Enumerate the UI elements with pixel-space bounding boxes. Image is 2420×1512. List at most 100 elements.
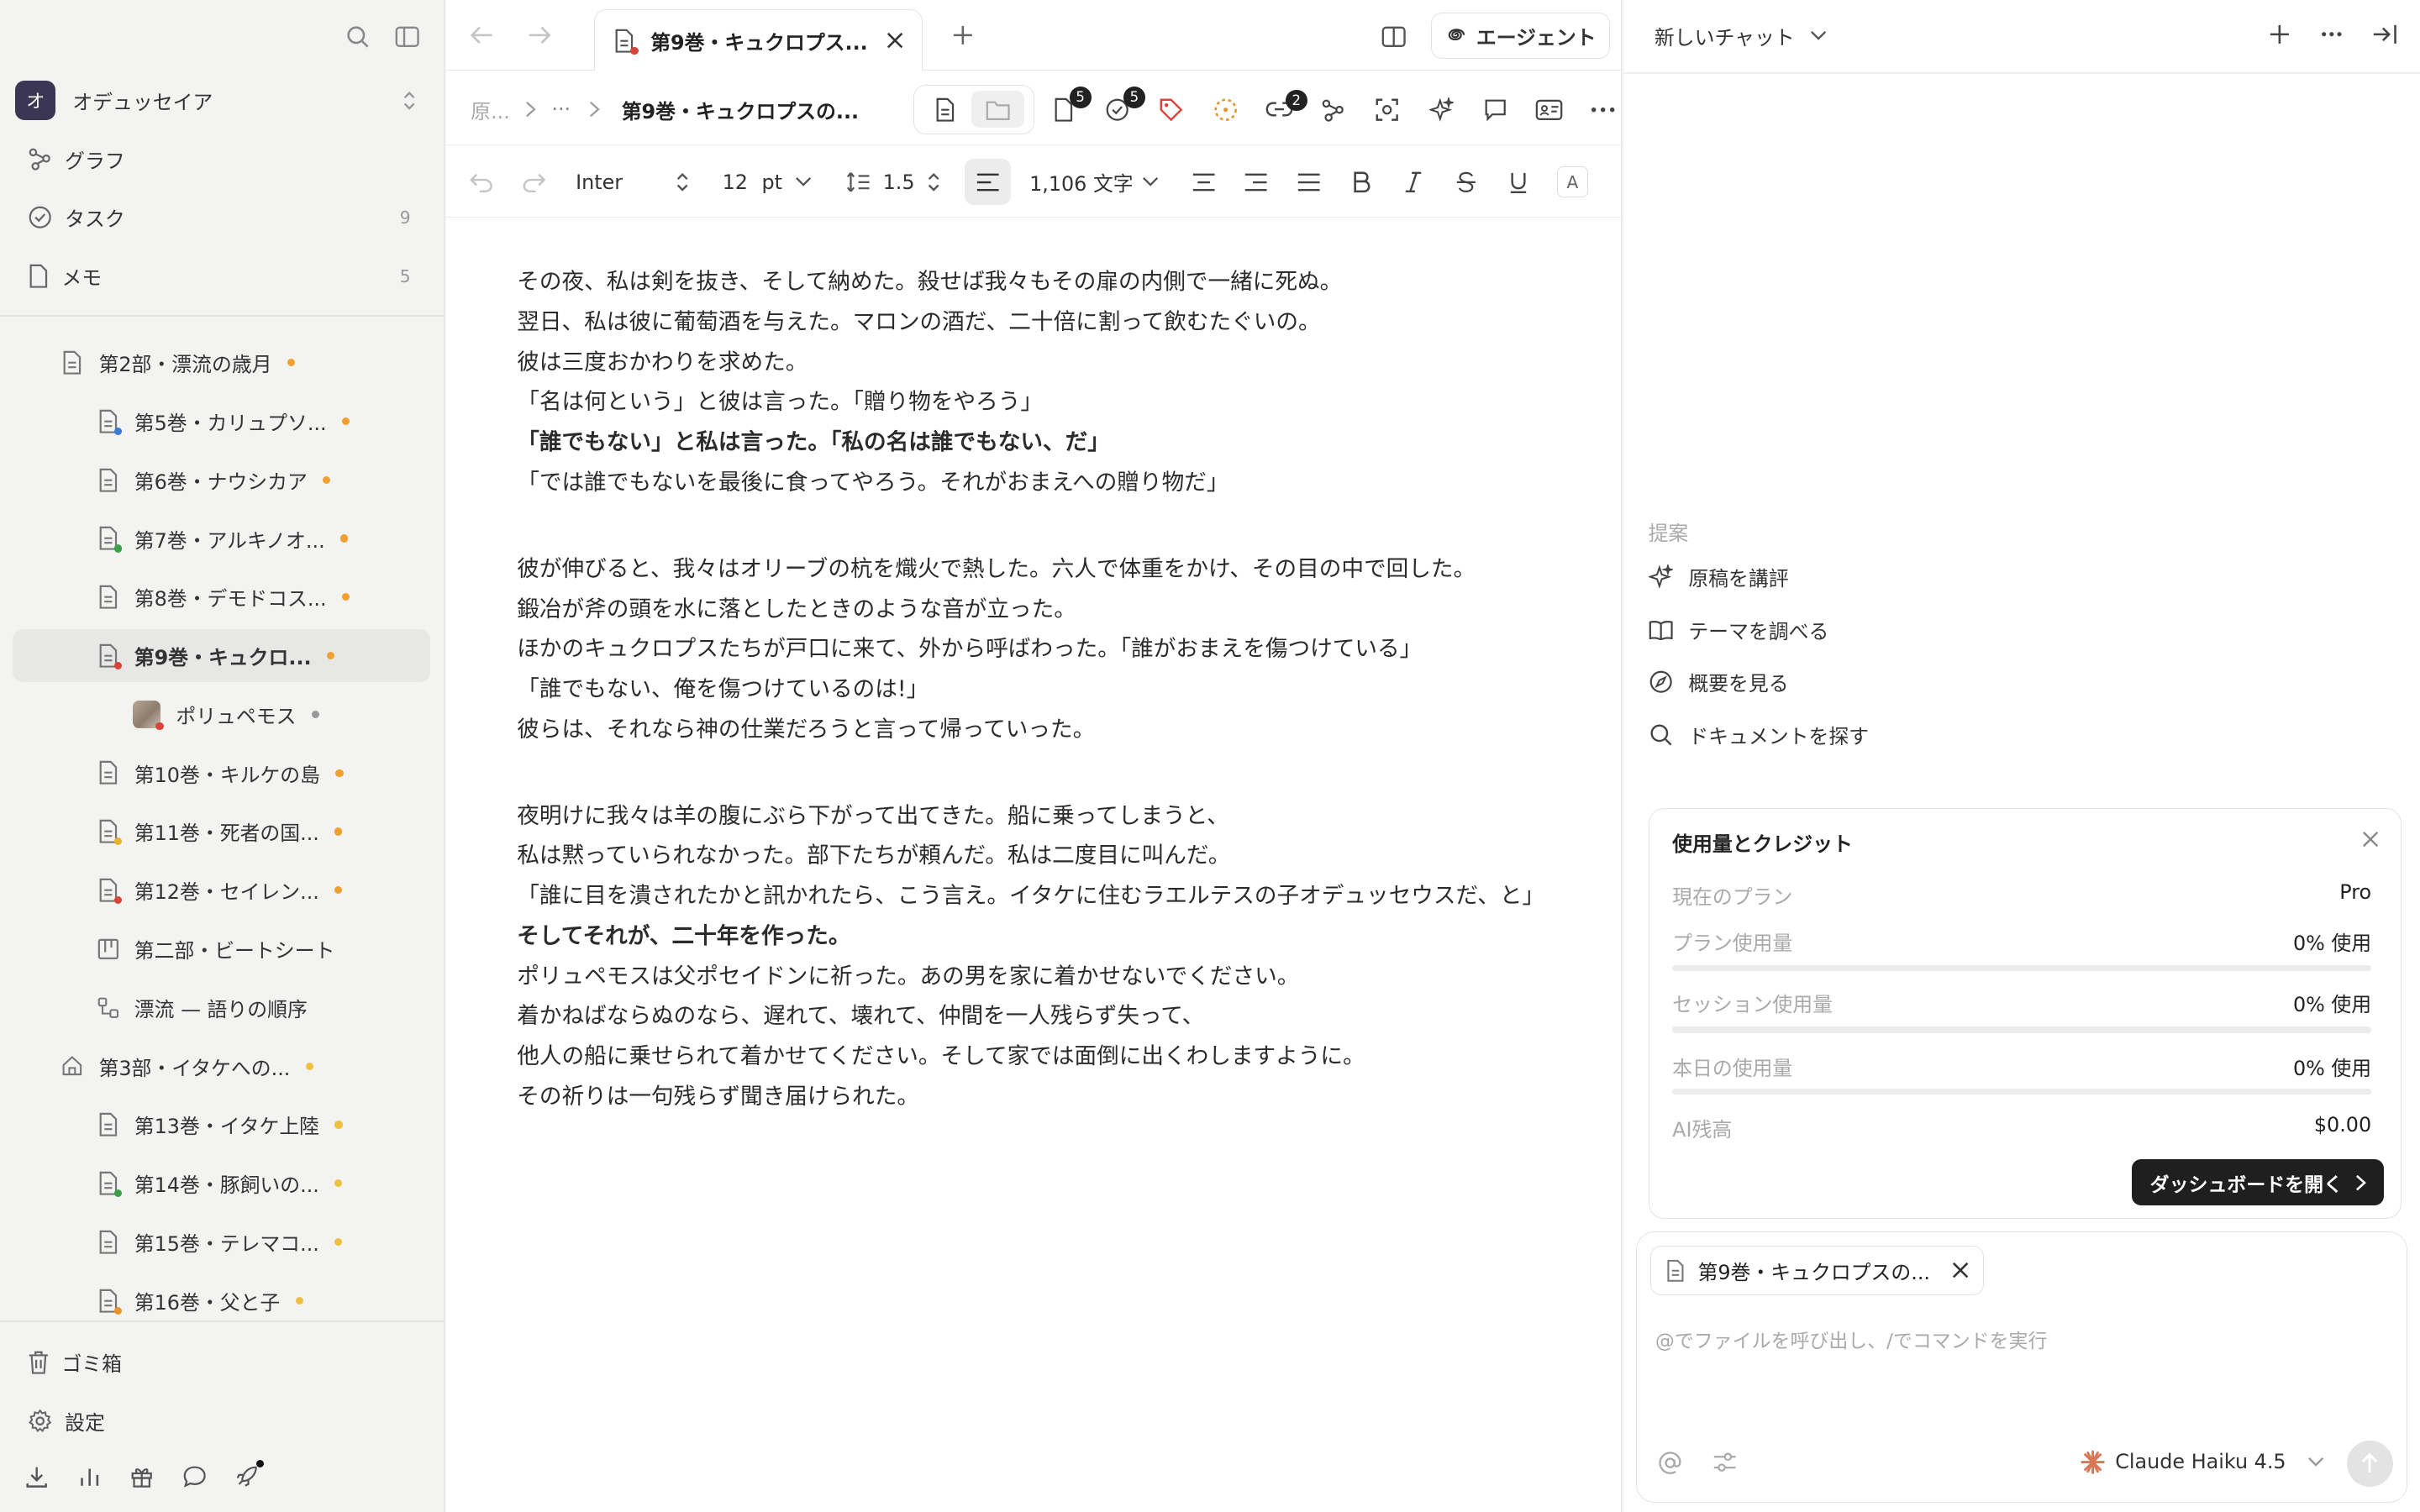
suggestion-overview[interactable]: 概要を見る bbox=[1649, 659, 1789, 705]
close-icon[interactable] bbox=[2362, 831, 2379, 848]
sidebar-item-label: グラフ bbox=[65, 149, 125, 173]
status-circle-icon[interactable] bbox=[1210, 97, 1241, 122]
model-select[interactable]: Claude Haiku 4.5 bbox=[2080, 1446, 2325, 1478]
tag-icon[interactable] bbox=[1156, 97, 1187, 122]
id-card-icon[interactable] bbox=[1534, 99, 1565, 121]
tree-item[interactable]: 第2部・漂流の歳月 bbox=[13, 336, 431, 388]
tree-item[interactable]: 第二部・ビートシート bbox=[13, 922, 431, 974]
tree-item[interactable]: 第11巻・死者の国... bbox=[13, 806, 431, 858]
tab-title: 第9巻・キュクロプス... bbox=[650, 30, 868, 55]
link-icon[interactable]: 2 bbox=[1264, 89, 1307, 118]
pages-count-badge: 5 bbox=[1069, 86, 1092, 108]
sidebar-item-settings[interactable]: 設定 bbox=[15, 1396, 426, 1446]
comment-icon[interactable] bbox=[1480, 97, 1511, 122]
search-icon[interactable] bbox=[343, 22, 374, 53]
send-arrow-icon[interactable] bbox=[2346, 1440, 2393, 1487]
sidebar-item-trash[interactable]: ゴミ箱 bbox=[15, 1337, 426, 1387]
italic-icon[interactable] bbox=[1400, 171, 1428, 193]
chat-input[interactable]: @でファイルを呼び出し、/でコマンドを実行 bbox=[1655, 1325, 2381, 1353]
more-horizontal-icon[interactable] bbox=[2318, 20, 2346, 48]
usage-value: 0% 使用 bbox=[2292, 993, 2372, 1017]
remove-attachment-icon[interactable] bbox=[1952, 1262, 1969, 1278]
tree-item[interactable]: 第12巻・セイレン... bbox=[13, 864, 431, 916]
document-view-icon[interactable] bbox=[918, 91, 972, 129]
tree-item[interactable]: 第5巻・カリュプソ... bbox=[13, 395, 431, 447]
tab-bar: 第9巻・キュクロプス... エージェント bbox=[445, 0, 1623, 71]
tree-item[interactable]: 第10巻・キルケの島 bbox=[13, 747, 431, 799]
sliders-icon[interactable] bbox=[1712, 1450, 1737, 1474]
tree-item[interactable]: ポリュペモス bbox=[13, 688, 431, 740]
text-color-icon[interactable]: A bbox=[1557, 166, 1588, 198]
tree-item[interactable]: 第3部・イタケへの... bbox=[13, 1040, 431, 1092]
tree-item[interactable]: 第15巻・テレマコ... bbox=[13, 1215, 431, 1268]
gift-icon[interactable] bbox=[129, 1464, 154, 1488]
line-spacing-icon bbox=[846, 171, 871, 193]
more-horizontal-icon[interactable] bbox=[1588, 107, 1619, 113]
tree-item[interactable]: 第13巻・イタケ上陸 bbox=[13, 1099, 431, 1151]
folder-view-icon[interactable] bbox=[971, 91, 1024, 129]
breadcrumb-root[interactable]: 原... bbox=[471, 95, 510, 124]
sidebar-item-tasks[interactable]: タスク 9 bbox=[15, 193, 426, 243]
at-mention-icon[interactable] bbox=[1657, 1450, 1683, 1476]
tree-item[interactable]: 第16巻・父と子 bbox=[13, 1274, 431, 1326]
task-count-badge: 5 bbox=[1123, 86, 1145, 108]
tab-document[interactable]: 第9巻・キュクロプス... bbox=[594, 9, 923, 71]
sidebar-item-notes[interactable]: メモ 5 bbox=[15, 251, 426, 301]
chat-bubble-icon[interactable] bbox=[182, 1464, 207, 1488]
tree-item[interactable]: 漂流 — 語りの順序 bbox=[13, 981, 431, 1033]
back-arrow-icon[interactable] bbox=[468, 22, 496, 50]
bold-icon[interactable] bbox=[1347, 171, 1375, 193]
close-icon[interactable] bbox=[886, 32, 903, 49]
paragraph-line: 「では誰でもないを最後に食ってやろう。それがおまえへの贈り物だ」 bbox=[517, 469, 1229, 496]
underline-icon[interactable] bbox=[1505, 171, 1533, 193]
graph-icon[interactable] bbox=[1318, 97, 1349, 122]
font-family-select[interactable]: Inter bbox=[576, 166, 690, 197]
split-view-icon[interactable] bbox=[1378, 22, 1409, 53]
redo-icon[interactable] bbox=[520, 168, 548, 196]
tree-item[interactable]: 第14巻・豚飼いの... bbox=[13, 1158, 431, 1210]
bar-chart-icon[interactable] bbox=[77, 1464, 102, 1488]
sidebar-item-graph[interactable]: グラフ bbox=[15, 134, 426, 184]
forward-arrow-icon[interactable] bbox=[526, 22, 554, 50]
collapse-panel-icon[interactable] bbox=[2370, 20, 2398, 48]
line-height-select[interactable]: 1.5 bbox=[846, 166, 942, 197]
download-icon[interactable] bbox=[24, 1464, 49, 1488]
document-body[interactable]: その夜、私は剣を抜き、そして納めた。殺せば我々もその扉の内側で一緒に死ぬ。 翌日、… bbox=[517, 262, 1597, 1116]
strikethrough-icon[interactable] bbox=[1452, 171, 1480, 193]
focus-scan-icon[interactable] bbox=[1372, 97, 1403, 122]
open-dashboard-button[interactable]: ダッシュボードを開く bbox=[2132, 1159, 2384, 1206]
suggestion-research-theme[interactable]: テーマを調べる bbox=[1649, 606, 1828, 653]
align-right-icon[interactable] bbox=[1243, 173, 1270, 192]
font-size-select[interactable]: 12 pt bbox=[723, 166, 813, 197]
sparkle-icon[interactable] bbox=[1426, 97, 1457, 122]
usage-value: 0% 使用 bbox=[2292, 1056, 2372, 1080]
align-justify-icon[interactable] bbox=[1295, 173, 1323, 192]
breadcrumb-current: 第9巻・キュクロプスの... bbox=[621, 99, 860, 123]
word-count-select[interactable]: 1,106 文字 bbox=[1029, 166, 1159, 197]
align-center-icon[interactable] bbox=[1190, 173, 1218, 192]
text-format-group: A bbox=[1190, 166, 1588, 198]
new-tab-plus-icon[interactable] bbox=[950, 22, 977, 50]
undo-icon[interactable] bbox=[468, 168, 496, 196]
tree-item[interactable]: 第8巻・デモドコス... bbox=[13, 571, 431, 623]
sidebar-toggle-icon[interactable] bbox=[392, 22, 424, 53]
chat-title-select[interactable]: 新しいチャット bbox=[1655, 20, 1827, 51]
rocket-icon[interactable] bbox=[234, 1459, 264, 1488]
workspace-switcher[interactable]: オ オデュッセイア bbox=[15, 77, 426, 123]
status-dot bbox=[334, 1121, 343, 1129]
tree-item[interactable]: 第7巻・アルキノオ... bbox=[13, 512, 431, 564]
attachment-chip[interactable]: 第9巻・キュクロプスの... bbox=[1650, 1246, 1985, 1295]
align-left-icon[interactable] bbox=[964, 159, 1012, 206]
suggestion-find-docs[interactable]: ドキュメントを探す bbox=[1649, 711, 1869, 758]
tree-item[interactable]: 第6巻・ナウシカア bbox=[13, 454, 431, 506]
status-dot bbox=[340, 534, 349, 543]
breadcrumb-ellipsis[interactable]: ··· bbox=[551, 97, 571, 121]
new-chat-plus-icon[interactable] bbox=[2265, 20, 2293, 48]
task-check-icon[interactable]: 5 bbox=[1102, 86, 1145, 122]
suggestion-critique[interactable]: 原稿を講評 bbox=[1648, 554, 1789, 600]
usage-row-plan-usage: プラン使用量 0% 使用 bbox=[1672, 927, 2371, 956]
file-icon bbox=[97, 468, 119, 492]
agent-button[interactable]: エージェント bbox=[1430, 12, 1610, 59]
pages-icon[interactable]: 5 bbox=[1048, 86, 1092, 122]
tree-item[interactable]: 第9巻・キュクロ... bbox=[12, 629, 431, 682]
